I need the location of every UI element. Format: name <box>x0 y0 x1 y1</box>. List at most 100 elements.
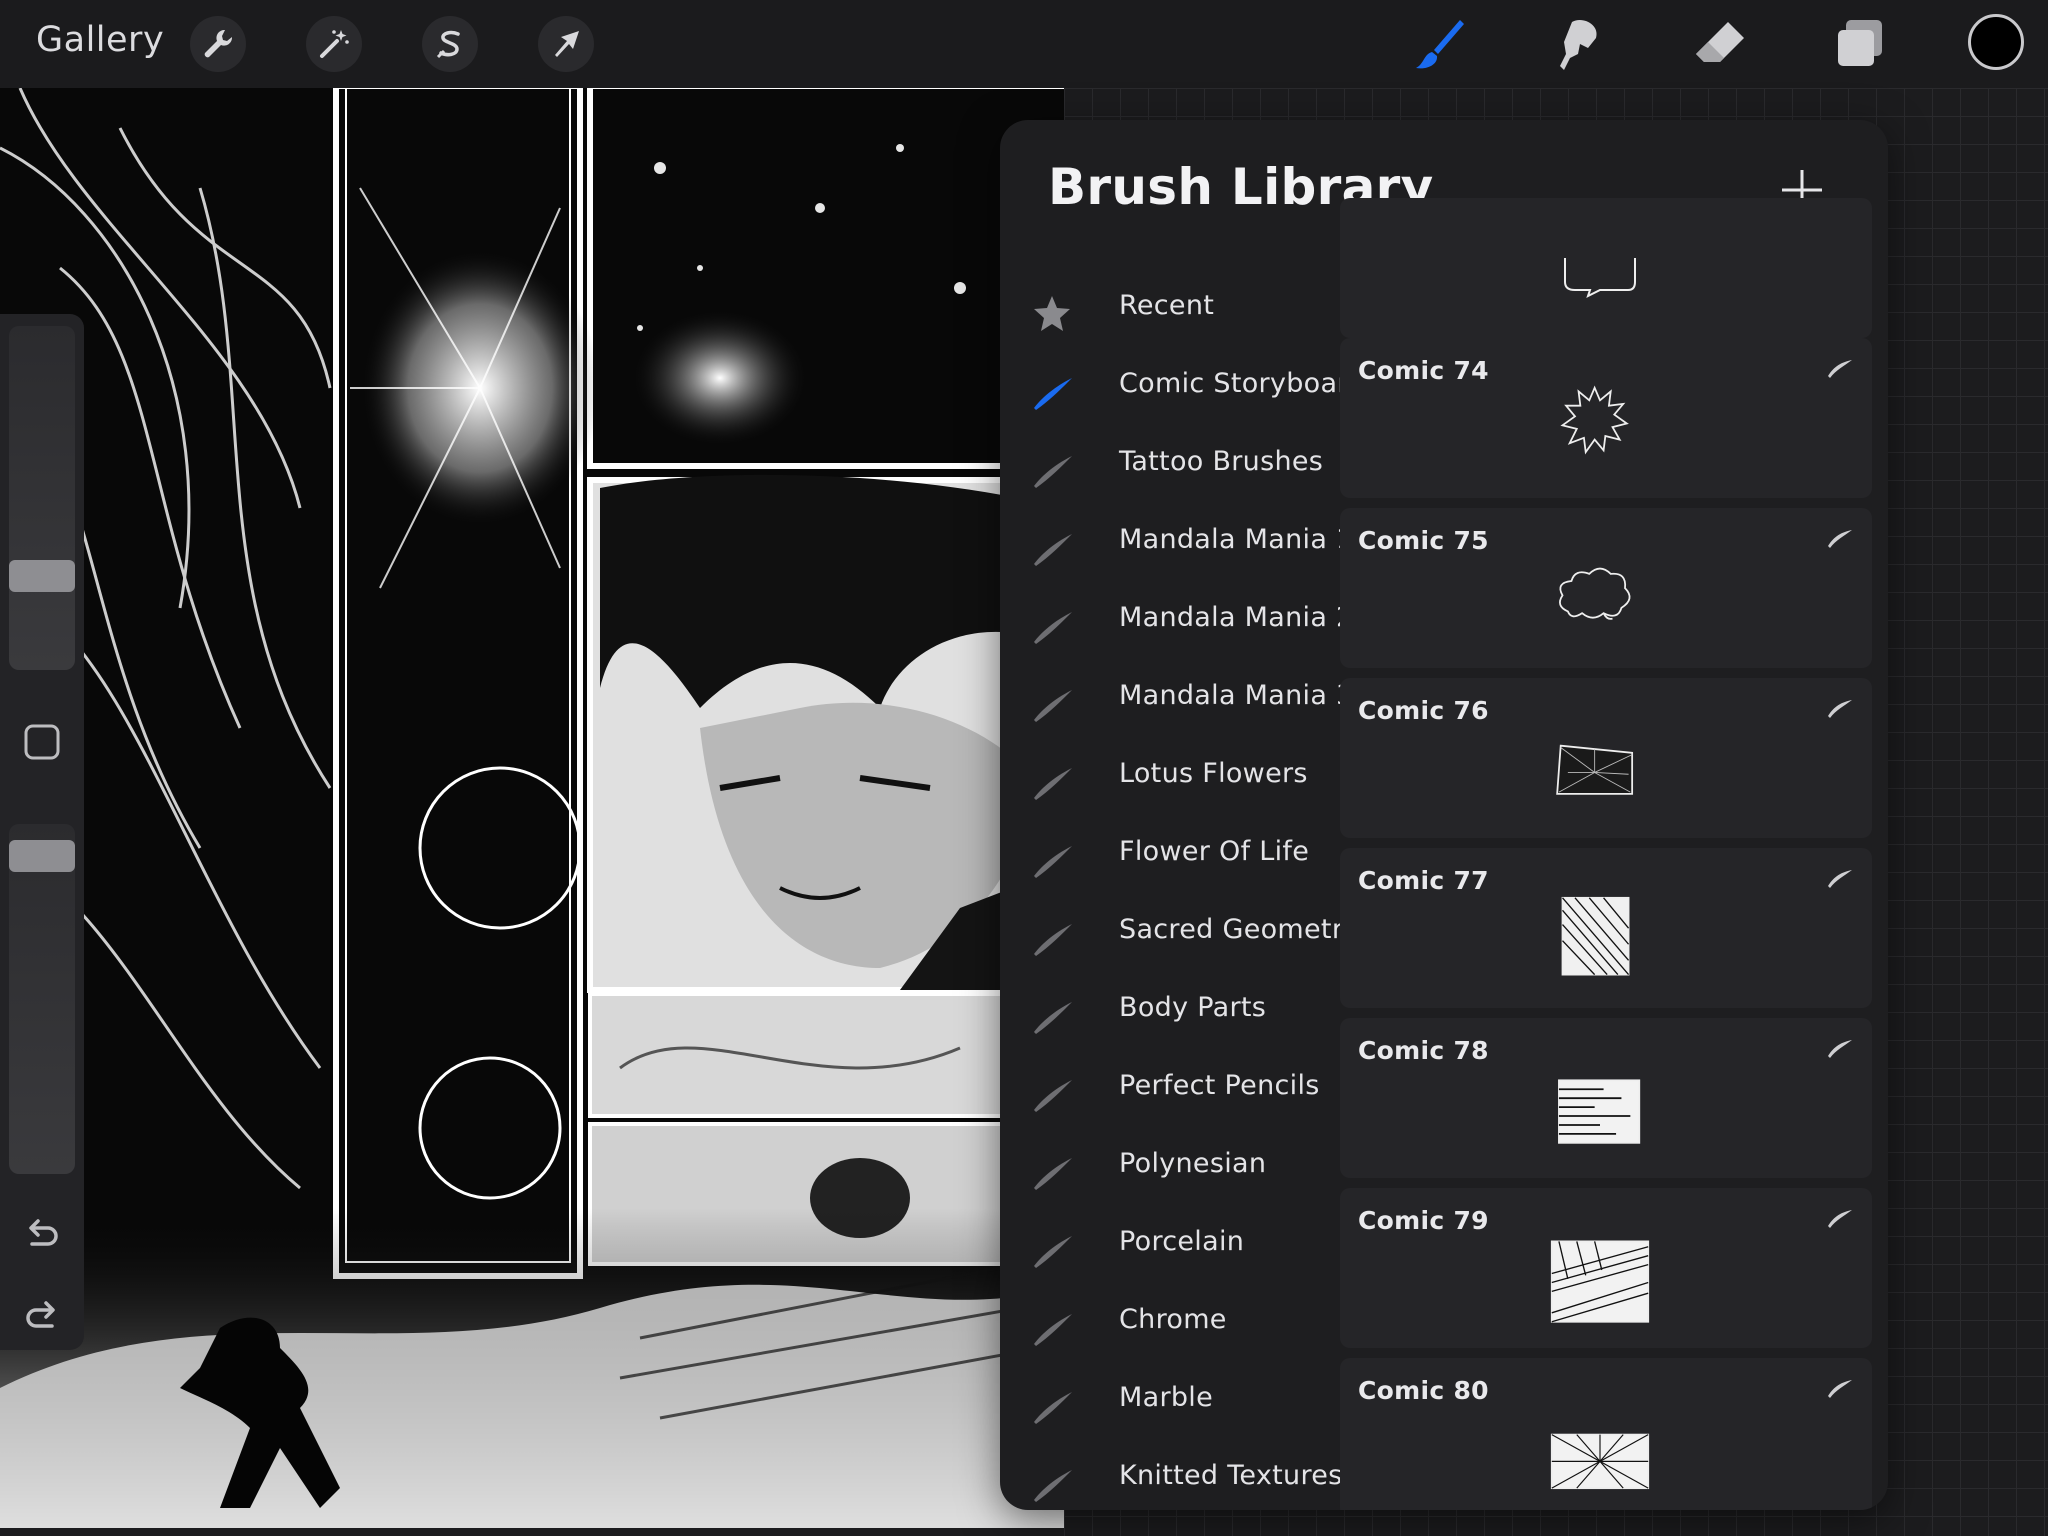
adjustments-button[interactable] <box>306 16 362 72</box>
brush-set-label: Flower Of Life <box>1119 836 1310 867</box>
brush-size-slider-thumb[interactable] <box>9 560 75 592</box>
arrow-cursor-icon <box>555 31 579 57</box>
brush-card[interactable]: Comic 77 <box>1340 848 1872 1008</box>
brush-card[interactable] <box>1340 198 1872 338</box>
brush-name: Comic 76 <box>1358 696 1489 725</box>
brush-stroke-icon <box>1034 1314 1072 1346</box>
brush-badge-icon <box>1828 1210 1852 1228</box>
brush-set-label: Chrome <box>1119 1304 1227 1335</box>
brush-card[interactable]: Comic 80 <box>1340 1358 1872 1510</box>
opacity-slider-thumb[interactable] <box>9 839 75 872</box>
brush-stroke-icon <box>1034 534 1072 566</box>
brush-set-label: Tattoo Brushes <box>1119 446 1324 477</box>
redo-icon <box>26 1301 55 1328</box>
brush-stroke-icon <box>1034 1080 1072 1112</box>
opacity-slider[interactable] <box>9 824 75 1174</box>
brush-set-label: Recent <box>1119 290 1215 321</box>
eraser-button[interactable] <box>1690 14 1750 74</box>
brush-set-item[interactable]: Lotus Flowers <box>1000 746 1338 816</box>
brush-stroke-icon <box>1034 1002 1072 1034</box>
modify-button[interactable] <box>20 720 64 764</box>
speech-bubble-icon <box>1564 258 1636 298</box>
brush-stroke-icon <box>1034 456 1072 488</box>
smudge-icon <box>1560 19 1597 70</box>
brush-stroke-icon <box>1034 1236 1072 1268</box>
brush-set-item[interactable]: Chrome <box>1000 1292 1338 1362</box>
brush-set-item[interactable]: Mandala Mania 3 <box>1000 668 1353 738</box>
brush-card[interactable]: Comic 75 <box>1340 508 1872 668</box>
actions-button[interactable] <box>190 16 246 72</box>
left-sidebar <box>0 314 84 1350</box>
brush-stroke-icon <box>1034 924 1072 956</box>
color-swatch[interactable] <box>1968 14 2024 70</box>
brush-set-item[interactable]: Porcelain <box>1000 1214 1338 1284</box>
brush-size-slider[interactable] <box>9 326 75 670</box>
star-icon <box>1034 296 1070 331</box>
brush-stroke-icon <box>1034 846 1072 878</box>
brush-badge-icon <box>1828 530 1852 548</box>
brush-card[interactable]: Comic 78 <box>1340 1018 1872 1178</box>
brush-card[interactable]: Comic 79 <box>1340 1188 1872 1348</box>
brush-set-item[interactable]: Flower Of Life <box>1000 824 1338 894</box>
brush-icon <box>1416 20 1464 69</box>
brush-name: Comic 75 <box>1358 526 1489 555</box>
brush-stroke-icon <box>1034 378 1072 410</box>
eraser-icon <box>1696 22 1744 62</box>
brush-library-panel: Brush Library Recent Comic Storyboard Tatt… <box>1000 120 1888 1510</box>
horizontal-speed-lines-icon <box>1558 1079 1641 1144</box>
brush-set-label: Porcelain <box>1119 1226 1245 1257</box>
gallery-button[interactable]: Gallery <box>36 20 164 60</box>
square-modify-icon <box>24 724 60 760</box>
brush-card[interactable]: Comic 76 <box>1340 678 1872 838</box>
transform-button[interactable] <box>538 16 594 72</box>
brush-badge-icon <box>1828 870 1852 888</box>
brush-stroke-icon <box>1034 1158 1072 1190</box>
brush-set-item[interactable]: Perfect Pencils <box>1000 1058 1338 1128</box>
crosshatch-lines-icon <box>1550 1240 1650 1323</box>
thought-cloud-icon <box>1559 567 1631 620</box>
brush-set-item[interactable]: Knitted Textures <box>1000 1448 1342 1510</box>
brush-set-label: Body Parts <box>1119 992 1267 1023</box>
selection-button[interactable] <box>422 16 478 72</box>
brush-stroke-icon <box>1034 690 1072 722</box>
brush-name: Comic 79 <box>1358 1206 1489 1235</box>
brush-set-item[interactable]: Recent <box>1000 278 1338 348</box>
brush-set-label: Mandala Mania 3 <box>1119 680 1354 711</box>
brush-name: Comic 80 <box>1358 1376 1489 1405</box>
magic-wand-icon <box>320 30 349 58</box>
redo-button[interactable] <box>20 1296 64 1340</box>
brush-set-item[interactable]: Marble <box>1000 1370 1338 1440</box>
brush-badge-icon <box>1828 1380 1852 1398</box>
brush-set-item[interactable]: Mandala Mania 2 <box>1000 590 1353 660</box>
burst-bubble-icon <box>1560 385 1629 455</box>
brush-set-item[interactable]: Body Parts <box>1000 980 1338 1050</box>
radial-lines-icon <box>1550 1433 1650 1490</box>
brush-set-item[interactable]: Sacred Geometry <box>1000 902 1359 972</box>
brush-card[interactable]: Comic 74 <box>1340 338 1872 498</box>
brush-name: Comic 74 <box>1358 356 1489 385</box>
brush-set-label: Mandala Mania 2 <box>1119 602 1354 633</box>
brush-set-label: Marble <box>1119 1382 1213 1413</box>
paint-button[interactable] <box>1410 14 1470 74</box>
brush-set-item[interactable]: Mandala Mania 1 <box>1000 512 1353 582</box>
undo-icon <box>29 1219 58 1246</box>
brush-set-label: Knitted Textures <box>1119 1460 1343 1491</box>
drawing-canvas[interactable] <box>0 88 1064 1528</box>
layers-button[interactable] <box>1830 14 1890 74</box>
brush-set-label: Perfect Pencils <box>1119 1070 1320 1101</box>
layers-icon <box>1838 20 1882 66</box>
brush-set-item[interactable]: Polynesian <box>1000 1136 1338 1206</box>
brush-set-label: Sacred Geometry <box>1119 914 1360 945</box>
smudge-button[interactable] <box>1550 14 1610 74</box>
brush-stroke-icon <box>1034 612 1072 644</box>
undo-button[interactable] <box>20 1214 64 1258</box>
top-toolbar: Gallery <box>0 0 2048 88</box>
diagonal-lines-icon <box>1561 896 1630 976</box>
brush-set-label: Lotus Flowers <box>1119 758 1308 789</box>
brush-set-label: Comic Storyboard <box>1119 368 1366 399</box>
comic-artwork <box>0 88 1064 1528</box>
brush-sets-list: Recent Comic Storyboard Tattoo Brushes Mand… <box>1000 258 1365 1510</box>
brush-stroke-icon <box>1034 1470 1072 1502</box>
brush-set-item[interactable]: Comic Storyboard <box>1000 356 1365 426</box>
brush-set-item[interactable]: Tattoo Brushes <box>1000 434 1338 504</box>
